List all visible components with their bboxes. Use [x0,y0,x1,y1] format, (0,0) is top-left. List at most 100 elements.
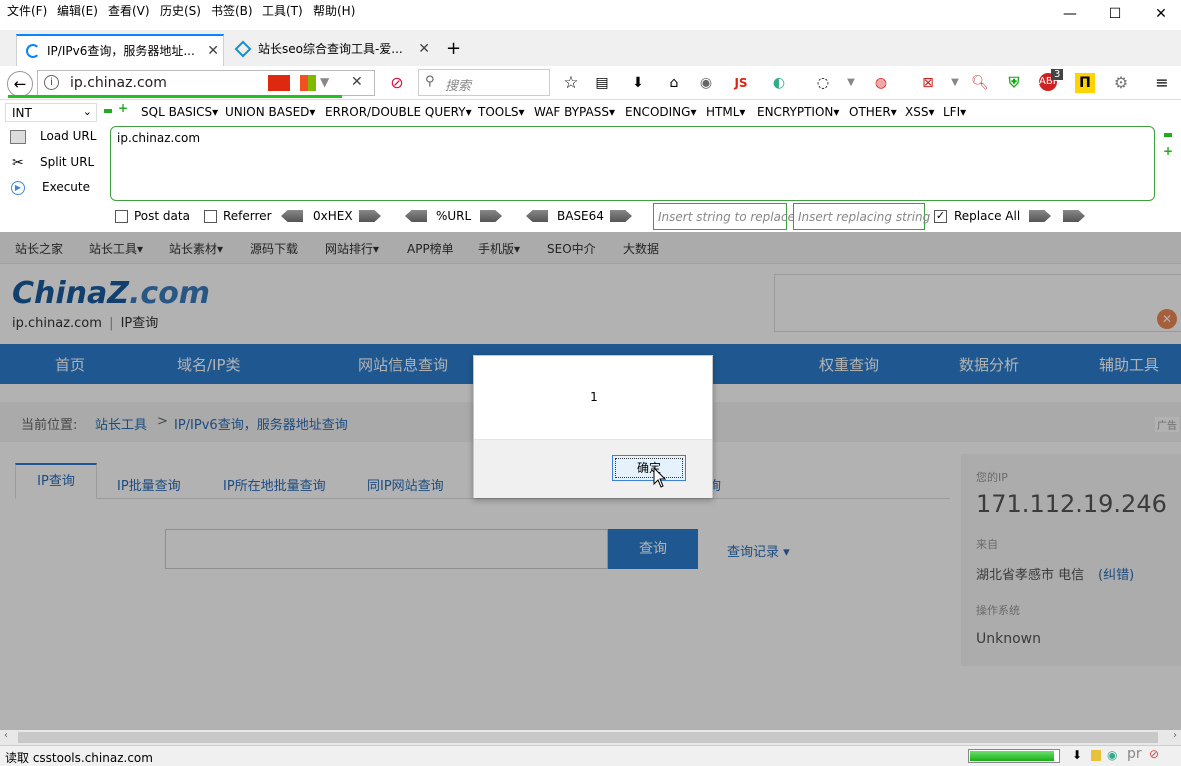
scroll-left-icon[interactable]: ‹ [4,730,8,741]
insert-string-input[interactable]: Insert string to replace [653,203,795,230]
execute-button[interactable]: Execute [42,180,90,194]
minimize-button[interactable]: — [1047,0,1093,30]
back-button[interactable]: ← [7,71,33,97]
block-icon[interactable]: ⊠ [918,73,938,93]
menu-lfi[interactable]: LFI▾ [943,105,966,119]
search-icon: ⚲ [425,74,435,89]
plus-icon[interactable]: + [1163,144,1173,158]
inspect-icon[interactable]: 🔍︎ [970,73,990,93]
menu-xss[interactable]: XSS▾ [905,105,934,119]
js-toggle-icon[interactable]: JS [731,73,751,93]
download-status-icon[interactable]: ⬇ [1072,748,1082,762]
chevron-down-icon[interactable]: ▼ [320,75,329,89]
base64-encode-arrow-icon[interactable] [610,210,632,222]
scissors-icon: ✂ [12,155,24,171]
replace-all-checkbox[interactable]: ✓ [934,210,947,223]
menu-bookmarks[interactable]: 书签(B) [211,2,253,19]
split-url-button[interactable]: Split URL [40,155,94,169]
tab-ip-query[interactable]: IP/IPv6查询，服务器地址... ✕ [16,34,224,66]
close-tab-icon[interactable]: ✕ [207,36,219,66]
plus-icon[interactable]: + [118,101,128,115]
scroll-right-icon[interactable]: › [1173,730,1177,741]
settings-gear-icon[interactable]: ⚙ [1111,73,1131,93]
insert-replacing-input[interactable]: Insert replacing string [793,203,930,230]
chevron-down-icon[interactable]: ▼ [841,73,861,93]
home-icon[interactable]: ⌂ [664,73,684,93]
maximize-button[interactable]: ☐ [1092,0,1138,30]
menu-help[interactable]: 帮助(H) [313,2,355,19]
hex-encode-arrow-icon[interactable] [359,210,381,222]
menu-edit[interactable]: 编辑(E) [57,2,98,19]
cookie-icon[interactable]: ◌ [813,73,833,93]
replace-arrow-icon[interactable] [1029,210,1051,222]
execute-icon: ▶ [11,181,25,195]
hex-label: 0xHEX [313,209,353,223]
menu-waf-bypass[interactable]: WAF BYPASS▾ [534,105,615,119]
close-window-button[interactable]: ✕ [1138,0,1181,30]
addon-pr-icon[interactable]: pr [1127,746,1142,762]
proxy-icon[interactable]: ◍ [871,73,891,93]
addon-globe-icon[interactable]: ◉ [1107,748,1117,762]
menu-encoding[interactable]: ENCODING▾ [625,105,696,119]
replace-next-arrow-icon[interactable] [1063,210,1085,222]
menu-history[interactable]: 历史(S) [160,2,201,19]
stop-icon[interactable]: ✕ [351,74,363,90]
download-icon[interactable]: ⬇ [628,73,648,93]
insert-string-placeholder: Insert string to replace [658,210,795,224]
hackbar-type-select[interactable]: INT ⌄ [5,103,97,122]
hackbar-url-textarea[interactable]: ip.chinaz.com [110,126,1155,201]
post-data-checkbox[interactable] [115,210,128,223]
select-value: INT [12,106,32,120]
menu-tools[interactable]: 工具(T) [262,2,303,19]
close-tab-icon[interactable]: ✕ [418,34,430,64]
scrollbar-thumb[interactable] [18,732,1158,743]
minus-icon[interactable] [104,109,112,113]
menu-error-double-query[interactable]: ERROR/DOUBLE QUERY▾ [325,105,472,119]
menu-sql-basics[interactable]: SQL BASICS▾ [141,105,218,119]
menu-encryption[interactable]: ENCRYPTION▾ [757,105,839,119]
referrer-checkbox[interactable] [204,210,217,223]
url-text[interactable]: ip.chinaz.com [70,75,167,91]
minus-icon[interactable] [1164,133,1172,137]
new-tab-button[interactable]: + [446,38,461,59]
menu-union-based[interactable]: UNION BASED▾ [225,105,315,119]
url-encoding-label: %URL [436,209,472,223]
addon-block-icon[interactable]: ⊘ [1149,747,1159,761]
chevron-down-icon[interactable]: ▼ [945,73,965,93]
horizontal-scrollbar[interactable]: ‹ › [0,730,1181,745]
info-icon[interactable]: i [44,75,59,90]
menu-bar: 文件(F) 编辑(E) 查看(V) 历史(S) 书签(B) 工具(T) 帮助(H… [0,0,1181,30]
search-placeholder: 搜索 [445,79,472,94]
reading-list-icon[interactable]: ▤ [592,73,612,93]
tab-seo-query[interactable]: 站长seo综合查询工具-爱... ✕ [228,34,434,66]
referrer-label: Referrer [223,209,272,223]
noscript-icon[interactable]: ⊘ [387,73,407,93]
translate-icon[interactable]: ◐ [769,73,789,93]
menu-file[interactable]: 文件(F) [7,2,47,19]
replace-all-label: Replace All [954,209,1021,223]
ok-button[interactable]: 确定 [612,455,686,481]
shield-icon[interactable]: ⛨ [1004,73,1024,93]
menu-view[interactable]: 查看(V) [108,2,150,19]
menu-tools[interactable]: TOOLS▾ [478,105,525,119]
addon-p-icon[interactable] [1091,750,1101,761]
url-encode-arrow-icon[interactable] [480,210,502,222]
menu-html[interactable]: HTML▾ [706,105,745,119]
hamburger-menu-icon[interactable]: ≡ [1152,73,1172,93]
bookmark-star-icon[interactable]: ☆ [561,73,581,93]
hex-decode-arrow-icon[interactable] [281,210,303,222]
extension-globe-icon[interactable]: ◉ [696,73,716,93]
address-bar[interactable]: i ip.chinaz.com ▼ ✕ [8,70,375,98]
mouse-cursor-icon [653,467,667,488]
menu-other[interactable]: OTHER▾ [849,105,897,119]
search-box[interactable]: ⚲ 搜索 [418,69,550,96]
url-decode-arrow-icon[interactable] [405,210,427,222]
alert-footer: 确定 [474,439,712,498]
tab-strip: IP/IPv6查询，服务器地址... ✕ 站长seo综合查询工具-爱... ✕ … [0,30,1181,66]
hackbar-url-value[interactable]: ip.chinaz.com [117,131,200,145]
site-favicon-icon [234,40,252,58]
load-url-button[interactable]: Load URL [40,129,96,143]
pi-icon[interactable]: Π [1075,73,1095,93]
chevron-down-icon: ⌄ [82,105,92,118]
base64-decode-arrow-icon[interactable] [526,210,548,222]
